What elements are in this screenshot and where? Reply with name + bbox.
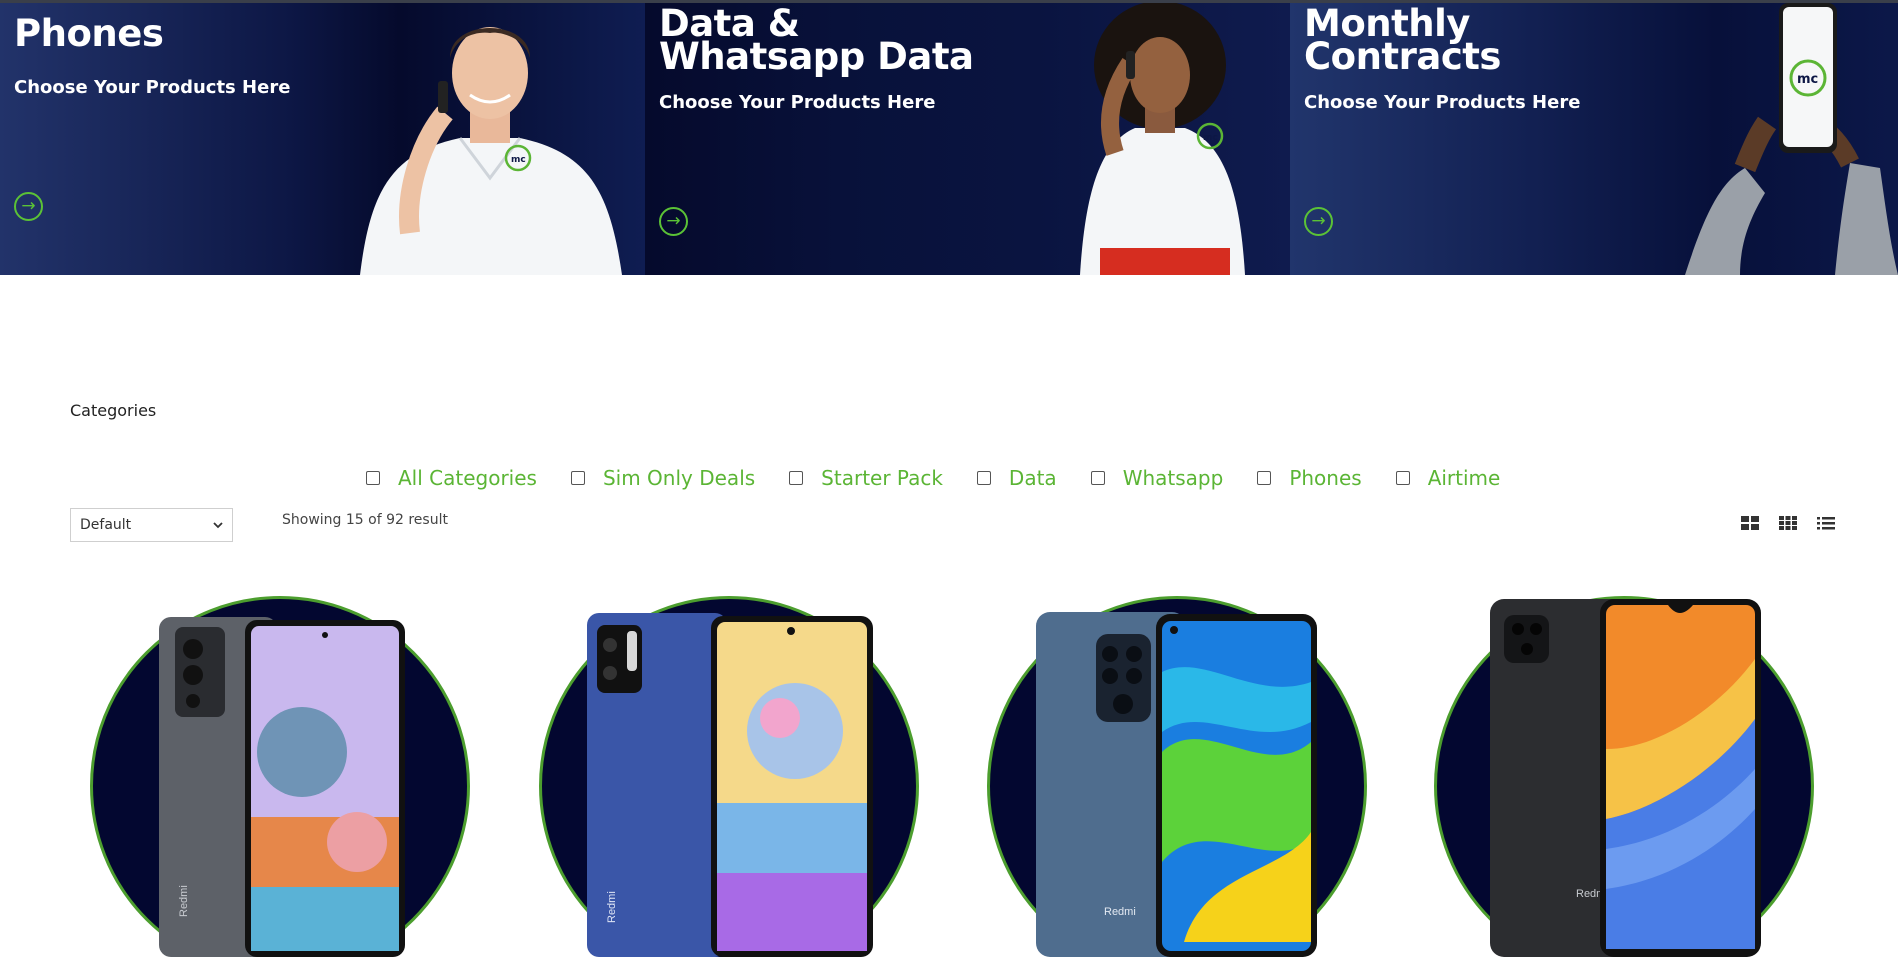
filter-label: Starter Pack [821, 466, 943, 490]
grid-small-icon[interactable] [1778, 515, 1798, 531]
product-card[interactable]: Redmi [72, 590, 472, 957]
view-toggles [1722, 515, 1836, 531]
banner-arrow-button[interactable]: → [659, 207, 688, 236]
grid-large-icon[interactable] [1740, 515, 1760, 531]
categories-heading: Categories [70, 401, 157, 420]
banner-title: Phones [14, 12, 164, 55]
filter-data[interactable]: Data [976, 466, 1057, 490]
result-count: Showing 15 of 92 result [282, 512, 448, 528]
checkbox[interactable] [366, 471, 380, 485]
banner-title: Monthly Contracts [1304, 3, 1501, 78]
filter-all-categories[interactable]: All Categories [366, 466, 537, 490]
banner-panel-data[interactable]: Data & Whatsapp Data Choose Your Product… [645, 3, 1290, 275]
product-card[interactable]: Redmi [521, 590, 921, 957]
banner-panel-contracts[interactable]: Monthly Contracts Choose Your Products H… [1290, 3, 1898, 275]
promo-banner: Phones Choose Your Products Here → mc Da… [0, 0, 1898, 275]
svg-text:mc: mc [1203, 133, 1218, 143]
product-image[interactable]: Redmi [585, 613, 875, 957]
banner-subtitle: Choose Your Products Here [1304, 92, 1581, 113]
banner-title: Data & Whatsapp Data [659, 3, 974, 78]
product-card[interactable]: Redmi [1416, 590, 1816, 957]
filter-label: Whatsapp [1122, 466, 1224, 490]
product-card[interactable]: Redmi [969, 590, 1369, 957]
filter-label: Data [1008, 466, 1057, 490]
checkbox[interactable] [976, 471, 991, 485]
filter-whatsapp[interactable]: Whatsapp [1090, 466, 1224, 490]
filter-starter-pack[interactable]: Starter Pack [789, 466, 943, 490]
list-view-icon[interactable] [1816, 515, 1836, 531]
banner-arrow-button[interactable]: → [14, 192, 43, 221]
filter-phones[interactable]: Phones [1257, 466, 1362, 490]
man-on-phone-image: mc [360, 27, 622, 275]
product-image[interactable]: Redmi [157, 617, 407, 957]
checkbox[interactable] [789, 471, 804, 485]
banner-subtitle: Choose Your Products Here [14, 77, 291, 98]
filter-airtime[interactable]: Airtime [1395, 466, 1501, 490]
checkbox[interactable] [1090, 471, 1105, 485]
sort-select[interactable]: Default [70, 508, 233, 542]
product-image[interactable]: Redmi [1488, 599, 1763, 957]
checkbox[interactable] [1395, 471, 1410, 485]
chevron-down-icon [213, 521, 223, 528]
svg-text:mc: mc [511, 155, 526, 165]
banner-subtitle: Choose Your Products Here [659, 92, 936, 113]
checkbox[interactable] [570, 471, 585, 485]
product-image[interactable]: Redmi [1034, 612, 1319, 957]
checkbox[interactable] [1257, 471, 1272, 485]
filter-label: Airtime [1427, 466, 1501, 490]
banner-panel-phones[interactable]: Phones Choose Your Products Here → mc [0, 3, 645, 275]
category-filters: All Categories Sim Only Deals Starter Pa… [366, 466, 1534, 490]
filter-label: Phones [1289, 466, 1362, 490]
filter-label: All Categories [398, 466, 537, 490]
banner-arrow-button[interactable]: → [1304, 207, 1333, 236]
product-brand-mark: Redmi [178, 885, 190, 917]
product-grid: Redmi Redmi Redmi Redmi [0, 590, 1898, 957]
sort-select-value: Default [80, 517, 132, 533]
product-brand-mark: Redmi [606, 891, 618, 923]
product-brand-mark: Redmi [1104, 906, 1136, 918]
svg-text:mc: mc [1797, 72, 1818, 87]
woman-on-phone-image: mc [1080, 3, 1245, 275]
hands-holding-phone-image: mc [1685, 3, 1898, 275]
filter-sim-only-deals[interactable]: Sim Only Deals [570, 466, 756, 490]
filter-label: Sim Only Deals [602, 466, 756, 490]
